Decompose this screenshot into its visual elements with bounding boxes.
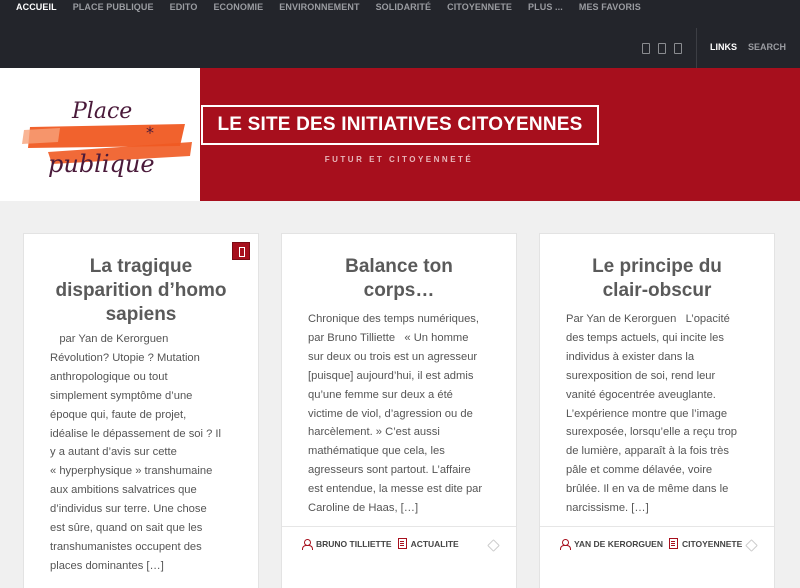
article-footer: YAN DE KERORGUEN CITOYENNETE [540,526,774,586]
excerpt-line: pâle et comme délavée, voire [566,464,713,477]
excerpt-line: de lumière, apparaît à la fois très [566,445,729,458]
excerpt-line: victime de viol, d’agression ou de [308,407,473,420]
article-excerpt: Par Yan de Kerorguen L’opacité des temps… [566,310,752,518]
logo-graphic: Place publique * [22,99,192,178]
links-button[interactable]: LINKS [710,42,737,52]
social-icons [642,43,682,54]
author-link[interactable]: YAN DE KERORGUEN [574,539,663,549]
category-icon [668,538,678,549]
excerpt-line: transhumanistes occupent des [50,540,202,553]
excerpt-line: Caroline de Haas, […] [308,502,419,515]
article-card: La tragique disparition d’homo sapiens p… [23,233,259,588]
excerpt-line: est entendue, la messe est dite par [308,483,483,496]
excerpt-line: harcèlement. » C’est aussi [308,426,440,439]
excerpt-line: vanité égocentrée aveuglante. [566,388,716,401]
excerpt-line: Révolution? Utopie ? Mutation [50,351,200,364]
article-excerpt: Chronique des temps numériques, par Brun… [308,310,494,518]
article-card: Le principe du clair-obscur Par Yan de K… [539,233,775,588]
nav-item-edito[interactable]: EDITO [170,0,198,14]
excerpt-line: mathématique que cela, les [308,445,445,458]
twitter-icon[interactable] [658,43,666,54]
excerpt-line: y a autant d’avis sur cette [50,446,177,459]
article-title-line[interactable]: clair-obscur [603,280,712,301]
excerpt-line: L’expérience montre que l’image [566,407,728,420]
article-card: Balance ton corps… Chronique des temps n… [281,233,517,588]
nav-item-citoyennete[interactable]: CITOYENNETE [447,0,512,14]
site-subtitle: FUTUR ET CITOYENNETÉ [324,155,474,164]
asterisk-icon: * [146,123,154,142]
excerpt-line: surexposée, lorsqu’elle a reçu trop [566,426,738,439]
nav-item-solidarite[interactable]: SOLIDARITÉ [376,0,432,14]
excerpt-line: anthropologique ou tout [50,370,168,383]
excerpt-line: des temps actuels, qui incite les [566,331,724,344]
article-title[interactable]: La tragique disparition d’homo sapiens [44,255,238,327]
facebook-icon[interactable] [642,43,650,54]
excerpt-line: [puisque] aujourd’hui, il est admis [308,369,474,382]
article-title[interactable]: Balance ton corps… [302,255,496,303]
rss-icon[interactable] [674,43,682,54]
tag-icon[interactable] [745,539,758,552]
excerpt-line: époque qui, faute de projet, [50,408,187,421]
excerpt-line: d’individus sur terre. Une chose [50,503,207,516]
excerpt-line: brûlée. Il en va de même dans le [566,483,729,496]
excerpt-line: simplement symptôme d’une [50,389,193,402]
logo-text-publique: publique [48,150,155,178]
excerpt-line: aux ambitions salvatrices que [50,484,197,497]
excerpt-line: places dominantes […] [50,559,164,572]
category-icon [397,538,407,549]
article-title-line[interactable]: La tragique [90,256,192,277]
excerpt-line: surexposition de soi, rend leur [566,369,716,382]
excerpt-line: par Bruno Tilliette « Un homme [308,331,469,344]
excerpt-line: narcissisme. […] [566,502,649,515]
search-button[interactable]: SEARCH [748,42,786,52]
excerpt-line: Par Yan de Kerorguen L’opacité [566,313,730,325]
excerpt-line: « hyperphysique » transhumaine [50,465,213,478]
topbar-divider [696,28,697,68]
excerpt-line: sur deux ou trois est un agresseur [308,350,478,363]
main-nav: ACCUEIL PLACE PUBLIQUE EDITO ECONOMIE EN… [0,0,641,14]
excerpt-line: individus à exister dans la [566,350,695,363]
site-logo[interactable]: Place publique * [0,68,200,201]
article-footer: BRUNO TILLIETTE ACTUALITE [282,526,516,586]
article-title-line[interactable]: disparition d’homo [56,280,227,301]
user-icon [302,538,313,550]
article-title-line[interactable]: sapiens [106,304,177,325]
article-title-line[interactable]: Balance ton [345,256,453,277]
nav-item-place-publique[interactable]: PLACE PUBLIQUE [73,0,154,14]
article-title-line[interactable]: Le principe du [592,256,722,277]
article-title[interactable]: Le principe du clair-obscur [560,255,754,303]
article-excerpt: par Yan de Kerorguen Révolution? Utopie … [50,330,236,576]
site-tagline: LE SITE DES INITIATIVES CITOYENNES [217,114,583,135]
user-icon [560,538,571,550]
nav-item-economie[interactable]: ECONOMIE [213,0,263,14]
top-bar: ACCUEIL PLACE PUBLIQUE EDITO ECONOMIE EN… [0,0,800,68]
nav-item-accueil[interactable]: ACCUEIL [16,0,57,14]
excerpt-line: idéalise le dépassement de soi ? Il [50,427,222,440]
nav-item-plus[interactable]: PLUS ... [528,0,563,14]
nav-item-environnement[interactable]: ENVIRONNEMENT [279,0,359,14]
logo-text-place: Place [71,99,132,124]
excerpt-line: qu’une femme sur deux a été [308,388,453,401]
tag-icon[interactable] [487,539,500,552]
category-link[interactable]: CITOYENNETE [682,539,742,549]
author-link[interactable]: BRUNO TILLIETTE [316,539,392,549]
excerpt-line: par Yan de Kerorguen [50,333,169,345]
excerpt-line: Chronique des temps numériques, [308,313,480,325]
tagline-box: LE SITE DES INITIATIVES CITOYENNES [201,105,599,145]
excerpt-line: agresseurs sont partout. L’affaire [308,464,471,477]
article-title-line[interactable]: corps… [364,280,435,301]
nav-item-mes-favoris[interactable]: MES FAVORIS [579,0,641,14]
excerpt-line: est sûre, quand on sait que les [50,522,203,535]
article-meta: YAN DE KERORGUEN CITOYENNETE [560,538,742,550]
category-link[interactable]: ACTUALITE [411,539,459,549]
article-meta: BRUNO TILLIETTE ACTUALITE [302,538,459,550]
